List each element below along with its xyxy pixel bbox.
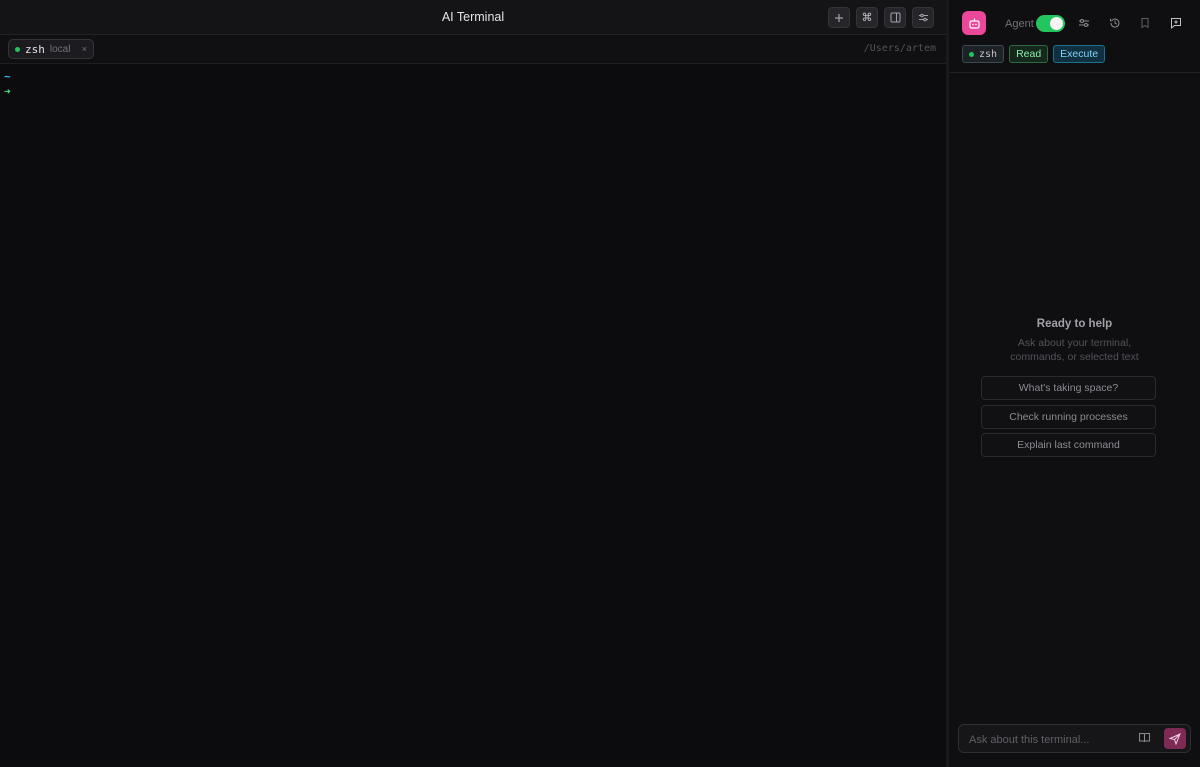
sidebar-icon bbox=[890, 12, 900, 23]
message-plus-icon bbox=[1171, 18, 1181, 29]
read-chip-label: Read bbox=[1016, 48, 1042, 60]
read-permission-chip[interactable]: Read bbox=[1009, 45, 1049, 63]
tab-host: local bbox=[49, 43, 71, 55]
tab-bar: zsh local × /Users/artem bbox=[0, 35, 946, 64]
settings-button[interactable] bbox=[912, 7, 934, 28]
suggestion-list: What's taking space? Check running proce… bbox=[981, 376, 1156, 462]
terminal-screen[interactable]: ~ ➜ bbox=[0, 64, 946, 767]
suggestion-button[interactable]: Check running processes bbox=[981, 404, 1156, 429]
execute-chip-label: Execute bbox=[1060, 48, 1099, 60]
toggle-panel-button[interactable] bbox=[884, 7, 906, 28]
current-directory: /Users/artem bbox=[863, 43, 936, 54]
bookmark-icon bbox=[1141, 18, 1149, 29]
prompt-directory: ~ bbox=[4, 70, 11, 83]
command-palette-button[interactable]: ⌘ bbox=[856, 7, 878, 28]
title-bar: AI Terminal ⌘ bbox=[0, 0, 946, 35]
chat-input-container bbox=[958, 724, 1191, 753]
chat-input[interactable] bbox=[967, 730, 1131, 750]
command-icon: ⌘ bbox=[861, 12, 873, 24]
execute-permission-chip[interactable]: Execute bbox=[1053, 45, 1106, 63]
history-button[interactable] bbox=[1107, 15, 1123, 31]
panel-header: Agent zsh Read Execute bbox=[949, 0, 1200, 73]
agent-label: Agent bbox=[1005, 18, 1034, 30]
window-title: AI Terminal bbox=[441, 10, 505, 24]
new-tab-button[interactable] bbox=[828, 7, 850, 28]
ai-panel: Agent zsh Read Execute Ready to help Ask… bbox=[949, 0, 1200, 767]
book-icon bbox=[1139, 733, 1150, 743]
bot-avatar bbox=[962, 11, 986, 35]
sliders-icon bbox=[1079, 19, 1089, 27]
robot-icon bbox=[968, 18, 980, 29]
status-dot bbox=[15, 46, 20, 52]
send-button[interactable] bbox=[1164, 728, 1186, 749]
shell-chip[interactable]: zsh bbox=[962, 45, 1005, 63]
empty-state: Ready to help Ask about your terminal, c… bbox=[949, 318, 1200, 364]
send-icon bbox=[1169, 732, 1181, 745]
docs-button[interactable] bbox=[1138, 731, 1151, 749]
terminal-pane: AI Terminal ⌘ zsh local × /Users/artem ~ bbox=[0, 0, 946, 767]
toggle-knob bbox=[1050, 17, 1063, 30]
plus-icon bbox=[835, 13, 843, 22]
suggestion-button[interactable]: What's taking space? bbox=[981, 376, 1156, 400]
tab-shell-name: zsh bbox=[25, 42, 45, 56]
empty-description: Ask about your terminal, commands, or se… bbox=[1010, 337, 1139, 363]
agent-toggle[interactable] bbox=[1036, 15, 1065, 32]
new-chat-button[interactable] bbox=[1168, 15, 1184, 31]
empty-title: Ready to help bbox=[1036, 318, 1113, 330]
tab-zsh[interactable]: zsh local × bbox=[8, 39, 94, 59]
status-dot bbox=[969, 51, 974, 57]
shell-chip-label: zsh bbox=[979, 48, 998, 60]
prompt-arrow: ➜ bbox=[4, 85, 11, 98]
context-chips: zsh Read Execute bbox=[962, 45, 1106, 63]
panel-settings-button[interactable] bbox=[1076, 15, 1092, 31]
bookmark-button[interactable] bbox=[1137, 15, 1153, 31]
toolbar: ⌘ bbox=[828, 7, 934, 28]
suggestion-button[interactable]: Explain last command bbox=[981, 433, 1156, 457]
sliders-icon bbox=[918, 13, 928, 22]
close-tab-icon[interactable]: × bbox=[82, 44, 87, 54]
history-icon bbox=[1110, 18, 1120, 28]
